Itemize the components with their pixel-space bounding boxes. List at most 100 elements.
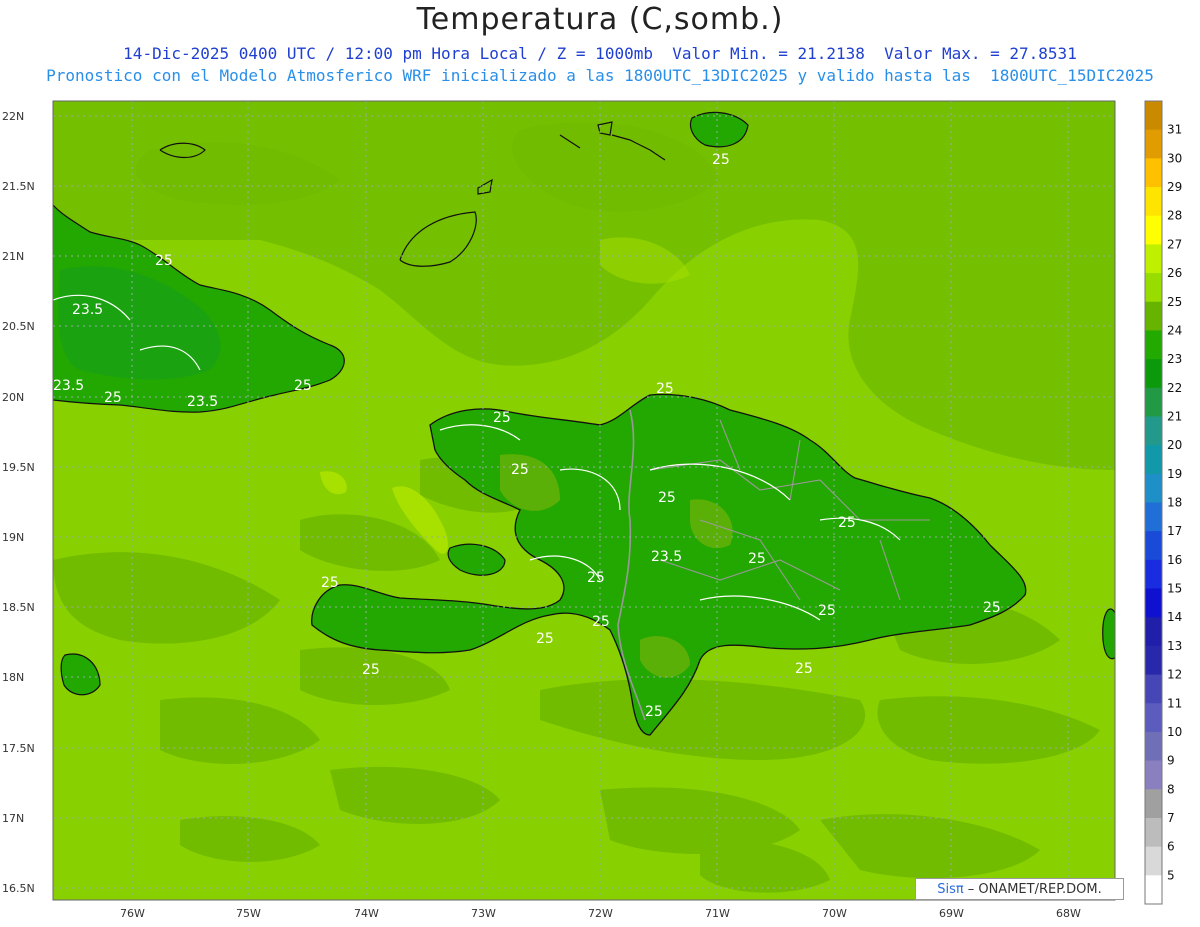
contour-label: 25 [321, 575, 339, 591]
colorbar-swatch [1145, 674, 1162, 704]
lat-tick-label: 17.5N [2, 742, 35, 755]
colorbar-label: 9 [1167, 754, 1175, 768]
colorbar-label: 29 [1167, 180, 1182, 194]
colorbar-swatch [1145, 789, 1162, 819]
colorbar-label: 11 [1167, 696, 1182, 710]
contour-label: 23.5 [187, 394, 218, 410]
colorbar-label: 28 [1167, 209, 1182, 223]
colorbar-label: 15 [1167, 582, 1182, 596]
colorbar-swatch [1145, 531, 1162, 561]
credit-box: Sisπ – ONAMET/REP.DOM. [915, 878, 1124, 900]
colorbar-swatch [1145, 617, 1162, 647]
contour-label: 25 [658, 490, 676, 506]
colorbar-swatch [1145, 129, 1162, 159]
colorbar-swatch [1145, 760, 1162, 790]
contour-label: 23.5 [651, 549, 682, 565]
colorbar-swatch [1145, 330, 1162, 360]
colorbar-label: 27 [1167, 237, 1182, 251]
contour-label: 25 [592, 614, 610, 630]
colorbar-label: 7 [1167, 811, 1175, 825]
colorbar-swatch [1145, 101, 1162, 131]
lat-tick-label: 20N [2, 391, 24, 404]
lat-tick-label: 17N [2, 812, 24, 825]
lat-tick-label: 19N [2, 531, 24, 544]
sispi-logo: Sisπ [937, 881, 964, 897]
contour-label: 25 [712, 152, 730, 168]
lat-tick-label: 21N [2, 250, 24, 263]
colorbar-swatch [1145, 588, 1162, 618]
colorbar-swatch [1145, 301, 1162, 331]
lon-tick-label: 71W [705, 907, 730, 920]
colorbar-label: 30 [1167, 151, 1182, 165]
colorbar-label: 6 [1167, 840, 1175, 854]
contour-label: 25 [795, 661, 813, 677]
lon-tick-label: 68W [1056, 907, 1081, 920]
colorbar-swatch [1145, 158, 1162, 188]
colorbar-label: 13 [1167, 639, 1182, 653]
colorbar-label: 14 [1167, 610, 1182, 624]
colorbar-swatch [1145, 215, 1162, 245]
colorbar-label: 24 [1167, 323, 1182, 337]
contour-label: 25 [511, 462, 529, 478]
colorbar-legend: 31 30 29 28 27 26 25 24 23 22 21 20 19 18 17 16 15 14 13 12… [1144, 100, 1182, 905]
colorbar-label: 26 [1167, 266, 1182, 280]
colorbar-label: 12 [1167, 668, 1182, 682]
colorbar-label: 5 [1167, 868, 1175, 882]
colorbar-swatch [1145, 703, 1162, 733]
colorbar-swatch [1145, 875, 1162, 905]
contour-label: 25 [362, 662, 380, 678]
lat-tick-label: 22N [2, 110, 24, 123]
colorbar-label: 18 [1167, 496, 1182, 510]
lon-tick-label: 74W [354, 907, 379, 920]
colorbar-label: 23 [1167, 352, 1182, 366]
credit-text: – ONAMET/REP.DOM. [967, 881, 1102, 897]
contour-label: 25 [645, 704, 663, 720]
colorbar-swatch [1145, 244, 1162, 274]
lon-tick-label: 75W [236, 907, 261, 920]
colorbar-swatch [1145, 846, 1162, 876]
contour-label: 25 [983, 600, 1001, 616]
contour-label: 23.5 [53, 378, 84, 394]
colorbar-swatch [1145, 387, 1162, 417]
lat-tick-label: 18.5N [2, 601, 35, 614]
colorbar-swatch [1145, 416, 1162, 446]
colorbar-swatch [1145, 187, 1162, 217]
colorbar-swatch [1145, 445, 1162, 475]
colorbar-swatch [1145, 645, 1162, 676]
lon-tick-label: 70W [822, 907, 847, 920]
lon-tick-label: 73W [471, 907, 496, 920]
latitude-axis: 22N 21.5N 21N 20.5N 20N 19.5N 19N 18.5N … [2, 110, 35, 895]
colorbar-label: 8 [1167, 782, 1175, 796]
lat-tick-label: 19.5N [2, 461, 35, 474]
contour-label: 25 [155, 253, 173, 269]
colorbar-swatch [1145, 359, 1162, 389]
colorbar-swatch [1145, 731, 1162, 762]
contour-label: 25 [838, 515, 856, 531]
lon-tick-label: 69W [939, 907, 964, 920]
colorbar-label: 21 [1167, 409, 1182, 423]
contour-label: 25 [104, 390, 122, 406]
colorbar-label: 10 [1167, 725, 1182, 739]
lat-tick-label: 18N [2, 671, 24, 684]
lon-tick-label: 72W [588, 907, 613, 920]
colorbar-label: 22 [1167, 381, 1182, 395]
colorbar-label: 31 [1167, 123, 1182, 137]
contour-label: 25 [294, 378, 312, 394]
colorbar-swatch [1145, 273, 1162, 303]
colorbar-swatch [1145, 473, 1162, 503]
contour-label: 25 [536, 631, 554, 647]
lat-tick-label: 20.5N [2, 320, 35, 333]
temperature-map: 25 23.5 23.5 25 23.5 25 25 25 25 25 23.5… [2, 100, 1182, 920]
lat-tick-label: 16.5N [2, 882, 35, 895]
colorbar-swatch [1145, 559, 1162, 590]
colorbar-label: 16 [1167, 553, 1182, 567]
longitude-axis: 76W 75W 74W 73W 72W 71W 70W 69W 68W [120, 907, 1081, 920]
colorbar-label: 17 [1167, 524, 1182, 538]
contour-label: 25 [587, 570, 605, 586]
contour-label: 25 [493, 410, 511, 426]
lon-tick-label: 76W [120, 907, 145, 920]
colorbar-label: 20 [1167, 438, 1182, 452]
contour-label: 25 [656, 381, 674, 397]
contour-label: 25 [818, 603, 836, 619]
colorbar-label: 25 [1167, 295, 1182, 309]
